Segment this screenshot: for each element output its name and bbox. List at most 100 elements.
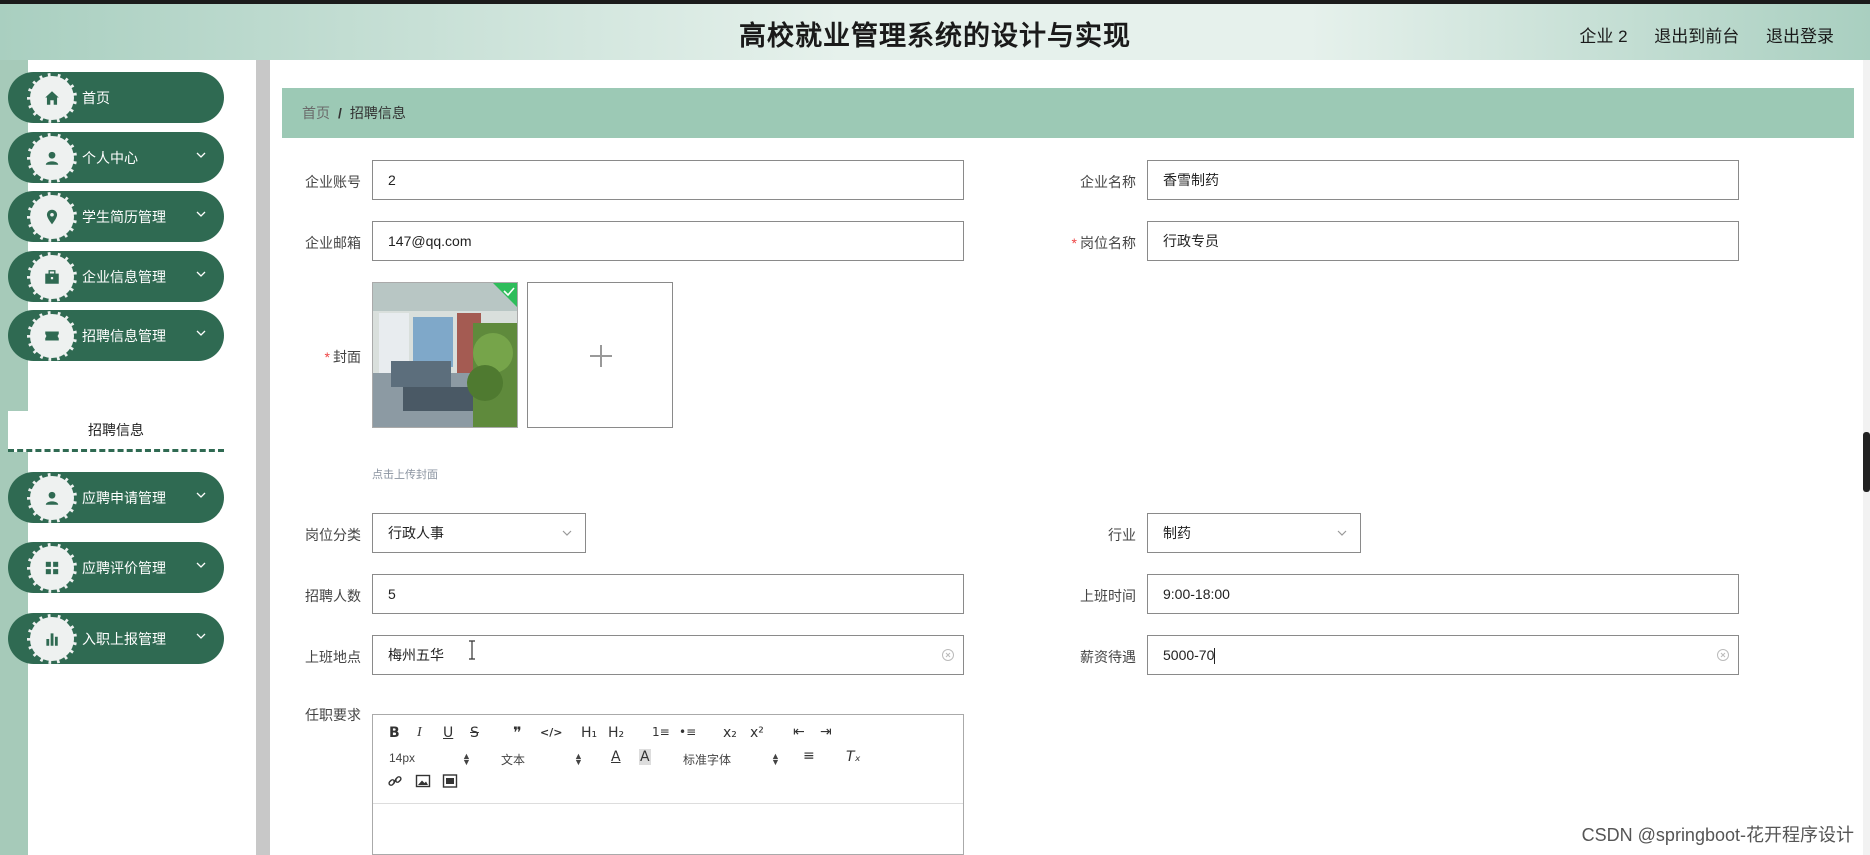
bullet-list-button[interactable]: •≡: [679, 725, 696, 739]
user-icon: [27, 473, 77, 523]
sidebar-item-label: 企业信息管理: [82, 269, 166, 285]
chevron-down-icon: [562, 530, 572, 536]
bar-chart-icon: [27, 614, 77, 664]
location-icon: [27, 192, 77, 242]
upload-cover-button[interactable]: [527, 282, 673, 428]
breadcrumb: 首页 / 招聘信息: [282, 88, 1854, 138]
sidebar: 首页 个人中心 学生简历管理 企业信息管理 招聘信息管理 招聘信息 应聘申请管理…: [0, 60, 256, 855]
salary-value: 5000-70: [1163, 647, 1215, 663]
headcount-input[interactable]: 5: [372, 574, 964, 614]
work-location-label: 上班地点: [305, 649, 361, 665]
code-button[interactable]: </>: [540, 726, 562, 739]
upload-cover-tip: 点击上传封面: [372, 469, 438, 481]
h1-button[interactable]: H₁: [581, 725, 597, 741]
company-name-input[interactable]: 香雪制药: [1147, 160, 1739, 200]
clear-icon[interactable]: [1716, 648, 1730, 662]
sidebar-item-label: 入职上报管理: [82, 631, 166, 647]
font-color-button[interactable]: A: [611, 749, 621, 765]
cover-image-thumbnail[interactable]: [372, 282, 518, 428]
user-icon: [27, 133, 77, 183]
sidebar-item-application-management[interactable]: 应聘申请管理: [8, 472, 224, 523]
header-links: 企业 2 退出到前台 退出登录: [1557, 22, 1834, 47]
chevron-down-icon: [196, 492, 206, 498]
sidebar-item-personal-center[interactable]: 个人中心: [8, 132, 224, 183]
logout-link[interactable]: 退出登录: [1766, 27, 1834, 46]
text-cursor-icon: [469, 640, 475, 660]
work-hours-input[interactable]: 9:00-18:00: [1147, 574, 1739, 614]
chevron-down-icon: [196, 330, 206, 336]
font-family-select[interactable]: 标准字体 ▲ ▼: [683, 751, 780, 768]
requirements-label: 任职要求: [305, 707, 361, 723]
position-category-select[interactable]: 行政人事: [372, 513, 586, 553]
watermark-text: CSDN @springboot-花开程序设计: [1581, 825, 1854, 845]
current-user-link[interactable]: 企业 2: [1579, 27, 1627, 46]
align-button[interactable]: ≡: [803, 748, 815, 764]
video-button[interactable]: [442, 773, 458, 793]
image-button[interactable]: [415, 773, 431, 793]
quote-button[interactable]: ❞: [513, 723, 522, 742]
scrollbar-thumb[interactable]: [1863, 432, 1870, 492]
video-icon: [442, 774, 458, 788]
work-location-value: 梅州五华: [388, 647, 444, 663]
breadcrumb-home[interactable]: 首页: [302, 105, 330, 121]
outdent-button[interactable]: ⇤: [793, 724, 805, 740]
strike-button[interactable]: S: [470, 725, 479, 741]
sidebar-item-onboarding-management[interactable]: 入职上报管理: [8, 613, 224, 664]
superscript-button[interactable]: x²: [750, 725, 764, 741]
briefcase-icon: [27, 252, 77, 302]
industry-label: 行业: [1108, 527, 1136, 543]
underline-button[interactable]: U: [443, 725, 453, 741]
rich-text-editor[interactable]: B I U S ❞ </> H₁ H₂ 1≡ •≡ x₂ x² ⇤ ⇥ 14px…: [372, 714, 964, 855]
italic-button[interactable]: I: [417, 725, 422, 741]
sidebar-item-label: 招聘信息管理: [82, 328, 166, 344]
required-mark: *: [1071, 235, 1077, 251]
image-icon: [415, 774, 431, 788]
chevron-down-icon: [196, 633, 206, 639]
clear-format-button[interactable]: Tₓ: [846, 749, 861, 765]
background-color-button[interactable]: A: [639, 749, 651, 765]
sidebar-item-label: 学生简历管理: [82, 209, 166, 225]
sidebar-subitem-recruitment-info[interactable]: 招聘信息: [8, 411, 224, 452]
editor-toolbar: B I U S ❞ </> H₁ H₂ 1≡ •≡ x₂ x² ⇤ ⇥ 14px…: [373, 715, 963, 804]
sidebar-item-label: 个人中心: [82, 150, 138, 166]
link-icon: [388, 776, 402, 786]
block-type-select[interactable]: 文本 ▲ ▼: [501, 751, 583, 768]
required-mark: *: [324, 349, 330, 365]
indent-button[interactable]: ⇥: [820, 724, 832, 740]
position-name-label: * 岗位名称: [1071, 235, 1136, 251]
chevron-down-icon: [196, 562, 206, 568]
sidebar-item-label: 应聘申请管理: [82, 490, 166, 506]
sidebar-item-home[interactable]: 首页: [8, 72, 224, 123]
chevron-down-icon: [1337, 530, 1347, 536]
position-category-label: 岗位分类: [305, 527, 361, 543]
salary-input[interactable]: 5000-70: [1147, 635, 1739, 675]
subscript-button[interactable]: x₂: [723, 725, 737, 741]
office-photo-image: [373, 283, 517, 427]
sidebar-item-evaluation-management[interactable]: 应聘评价管理: [8, 542, 224, 593]
breadcrumb-current: 招聘信息: [349, 105, 406, 121]
industry-value: 制药: [1163, 525, 1191, 541]
top-header: 高校就业管理系统的设计与实现 企业 2 退出到前台 退出登录: [0, 4, 1870, 60]
sidebar-item-company-management[interactable]: 企业信息管理: [8, 251, 224, 302]
back-to-frontend-link[interactable]: 退出到前台: [1654, 27, 1739, 46]
company-email-label: 企业邮箱: [305, 235, 361, 251]
position-name-input[interactable]: 行政专员: [1147, 221, 1739, 261]
work-location-input[interactable]: 梅州五华: [372, 635, 964, 675]
link-button[interactable]: [387, 773, 403, 793]
bold-button[interactable]: B: [389, 725, 400, 741]
ordered-list-button[interactable]: 1≡: [652, 725, 670, 739]
home-icon: [27, 73, 77, 123]
sidebar-item-recruitment-management[interactable]: 招聘信息管理: [8, 310, 224, 361]
cover-label: * 封面: [324, 349, 361, 365]
sidebar-item-resume-management[interactable]: 学生简历管理: [8, 191, 224, 242]
industry-select[interactable]: 制药: [1147, 513, 1361, 553]
chevron-down-icon: [196, 211, 206, 217]
clear-icon[interactable]: [941, 648, 955, 662]
company-account-label: 企业账号: [305, 174, 361, 190]
company-email-input[interactable]: 147@qq.com: [372, 221, 964, 261]
company-name-label: 企业名称: [1080, 174, 1136, 190]
h2-button[interactable]: H₂: [608, 725, 624, 741]
breadcrumb-separator: /: [338, 105, 342, 121]
company-account-input[interactable]: 2: [372, 160, 964, 200]
font-size-select[interactable]: 14px ▲ ▼: [389, 751, 471, 767]
